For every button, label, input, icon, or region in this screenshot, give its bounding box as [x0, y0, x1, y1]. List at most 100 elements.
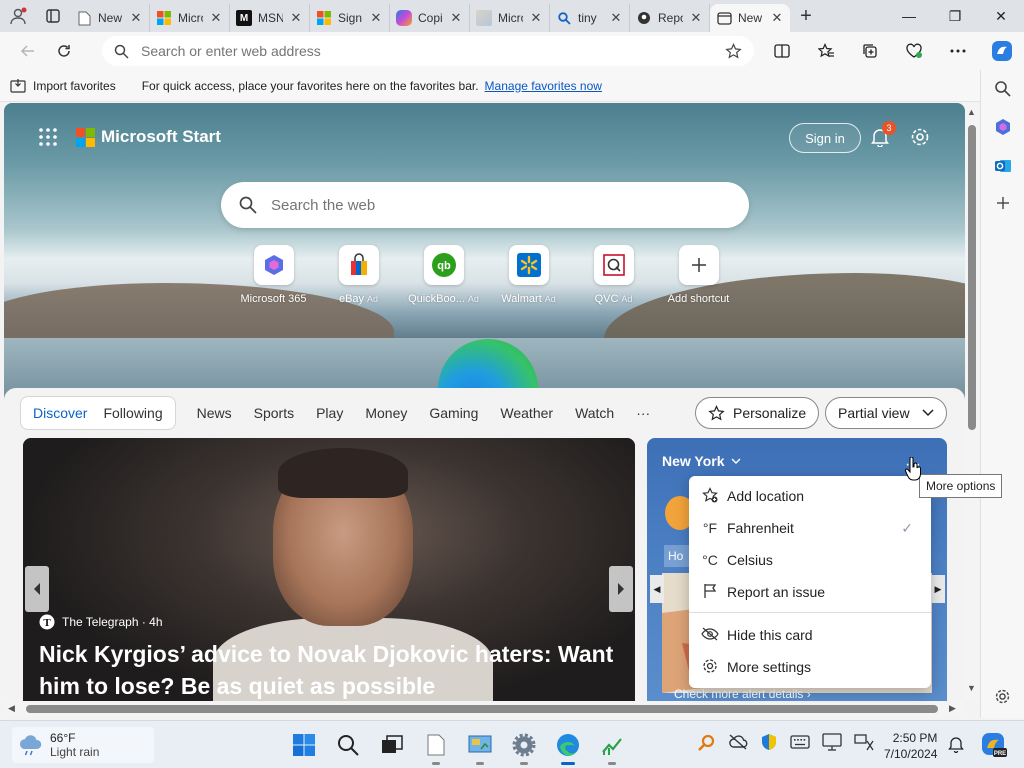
nav-news[interactable]: News: [186, 405, 243, 421]
vertical-scroll-thumb[interactable]: [968, 125, 976, 430]
carousel-next-button[interactable]: [609, 566, 633, 612]
taskbar-search-button[interactable]: [330, 729, 366, 761]
close-tab-icon[interactable]: ✕: [609, 10, 623, 26]
menu-item-more-settings[interactable]: More settings: [689, 651, 931, 683]
tab-following[interactable]: Following: [95, 405, 170, 421]
news-card[interactable]: T The Telegraph · 4h Nick Kyrgios’ advic…: [23, 438, 635, 701]
close-tab-icon[interactable]: ✕: [129, 10, 143, 26]
settings-more-button[interactable]: [936, 49, 980, 53]
taskbar-settings-button[interactable]: [506, 729, 542, 765]
sidebar-add-button[interactable]: [996, 196, 1010, 213]
browser-tab[interactable]: Microsoft ✕: [150, 4, 230, 32]
close-tab-icon[interactable]: ✕: [770, 10, 784, 26]
tray-display-icon[interactable]: [822, 733, 842, 754]
browser-tab[interactable]: New tab ✕: [70, 4, 150, 32]
weather-location-dropdown[interactable]: New York: [662, 453, 741, 469]
nav-gaming[interactable]: Gaming: [418, 405, 489, 421]
browser-tab[interactable]: Sign in ✕: [310, 4, 390, 32]
taskbar-copilot-button[interactable]: PRE: [980, 731, 1008, 762]
menu-item-hide-card[interactable]: Hide this card: [689, 619, 931, 651]
web-search-input[interactable]: [271, 196, 749, 214]
browser-tab[interactable]: Copilot ✕: [390, 4, 470, 32]
tray-security-icon[interactable]: [760, 733, 778, 754]
profile-button[interactable]: [0, 0, 36, 32]
news-headline[interactable]: Nick Kyrgios’ advice to Novak Djokovic h…: [39, 638, 624, 701]
import-favorites-button[interactable]: Import favorites: [10, 78, 116, 93]
favorite-star-icon[interactable]: [725, 42, 742, 60]
tray-network-icon[interactable]: [854, 733, 874, 754]
browser-essentials-button[interactable]: [892, 43, 936, 59]
nav-weather[interactable]: Weather: [489, 405, 564, 421]
manage-favorites-link[interactable]: Manage favorites now: [485, 79, 602, 93]
scroll-left-arrow-icon[interactable]: ◀: [8, 703, 15, 714]
scroll-down-arrow-icon[interactable]: ▼: [967, 683, 976, 693]
menu-item-report-issue[interactable]: Report an issue: [689, 576, 931, 608]
horizontal-scroll-thumb[interactable]: [26, 705, 938, 713]
start-button[interactable]: [286, 729, 322, 761]
app-launcher-button[interactable]: [38, 127, 58, 150]
quick-link-walmart[interactable]: Walmart Ad: [486, 245, 571, 305]
close-tab-icon[interactable]: ✕: [529, 10, 543, 26]
quick-link-quickbooks[interactable]: qb QuickBoo... Ad: [401, 245, 486, 305]
quick-link-qvc[interactable]: QVC Ad: [571, 245, 656, 305]
quick-link-ebay[interactable]: eBay Ad: [316, 245, 401, 305]
sign-in-button[interactable]: Sign in: [789, 123, 861, 153]
nav-money[interactable]: Money: [354, 405, 418, 421]
scroll-up-arrow-icon[interactable]: ▲: [967, 107, 976, 117]
close-tab-icon[interactable]: ✕: [449, 10, 463, 26]
restore-button[interactable]: ❐: [932, 0, 978, 32]
quick-link-microsoft365[interactable]: Microsoft 365: [231, 245, 316, 305]
page-settings-button[interactable]: [910, 127, 930, 150]
microsoft-start-logo[interactable]: Microsoft Start: [76, 127, 221, 147]
nav-watch[interactable]: Watch: [564, 405, 625, 421]
collections-button[interactable]: [848, 43, 892, 59]
browser-tab-active[interactable]: New tab ✕: [710, 4, 790, 32]
taskbar-weather-widget[interactable]: 66°F Light rain: [12, 727, 154, 763]
nav-play[interactable]: Play: [305, 405, 354, 421]
task-view-button[interactable]: [374, 729, 410, 761]
weather-carousel-next[interactable]: ▶: [931, 575, 945, 603]
browser-tab[interactable]: tiny ✕: [550, 4, 630, 32]
alert-details-link[interactable]: Check more alert details ›: [674, 687, 811, 701]
tray-cloud-off-icon[interactable]: [728, 734, 748, 753]
taskbar-notifications-button[interactable]: [948, 735, 964, 756]
taskbar-edge-button[interactable]: [550, 729, 586, 765]
sidebar-copilot-button[interactable]: [994, 118, 1012, 139]
close-window-button[interactable]: ✕: [978, 0, 1024, 32]
vertical-scrollbar[interactable]: ▲ ▼: [965, 103, 979, 701]
scroll-right-arrow-icon[interactable]: ▶: [949, 703, 956, 714]
copilot-button[interactable]: [980, 40, 1024, 62]
weather-carousel-prev[interactable]: ◀: [650, 575, 664, 603]
sidebar-settings-button[interactable]: [994, 688, 1011, 708]
horizontal-scrollbar[interactable]: ◀ ▶: [4, 701, 965, 717]
browser-tab[interactable]: Microsoft ✕: [470, 4, 550, 32]
web-search-box[interactable]: [221, 182, 749, 228]
split-screen-button[interactable]: [760, 43, 804, 59]
view-dropdown[interactable]: Partial view: [825, 397, 947, 429]
close-tab-icon[interactable]: ✕: [289, 10, 303, 26]
close-tab-icon[interactable]: ✕: [209, 10, 223, 26]
address-input[interactable]: [141, 43, 713, 59]
menu-item-celsius[interactable]: °C Celsius: [689, 544, 931, 576]
browser-tab[interactable]: Report ✕: [630, 4, 710, 32]
minimize-button[interactable]: —: [886, 0, 932, 32]
tray-search-app-icon[interactable]: [698, 733, 716, 754]
address-bar[interactable]: [102, 36, 754, 66]
browser-tab[interactable]: M MSN ✕: [230, 4, 310, 32]
new-tab-button[interactable]: +: [790, 5, 822, 28]
taskbar-clock[interactable]: 2:50 PM 7/10/2024: [884, 730, 937, 762]
tray-keyboard-icon[interactable]: [790, 735, 810, 752]
personalize-button[interactable]: Personalize: [695, 397, 820, 429]
close-tab-icon[interactable]: ✕: [689, 10, 703, 26]
sidebar-outlook-button[interactable]: [994, 157, 1012, 178]
taskbar-notepad-button[interactable]: [418, 729, 454, 765]
nav-sports[interactable]: Sports: [243, 405, 305, 421]
add-shortcut-tile[interactable]: Add shortcut: [656, 245, 741, 305]
menu-item-fahrenheit[interactable]: °F Fahrenheit ✓: [689, 512, 931, 544]
sidebar-search-button[interactable]: [994, 80, 1011, 100]
taskbar-control-panel-button[interactable]: [462, 729, 498, 765]
close-tab-icon[interactable]: ✕: [369, 10, 383, 26]
nav-more-button[interactable]: ···: [625, 405, 661, 421]
carousel-prev-button[interactable]: [25, 566, 49, 612]
refresh-button[interactable]: [46, 35, 82, 67]
